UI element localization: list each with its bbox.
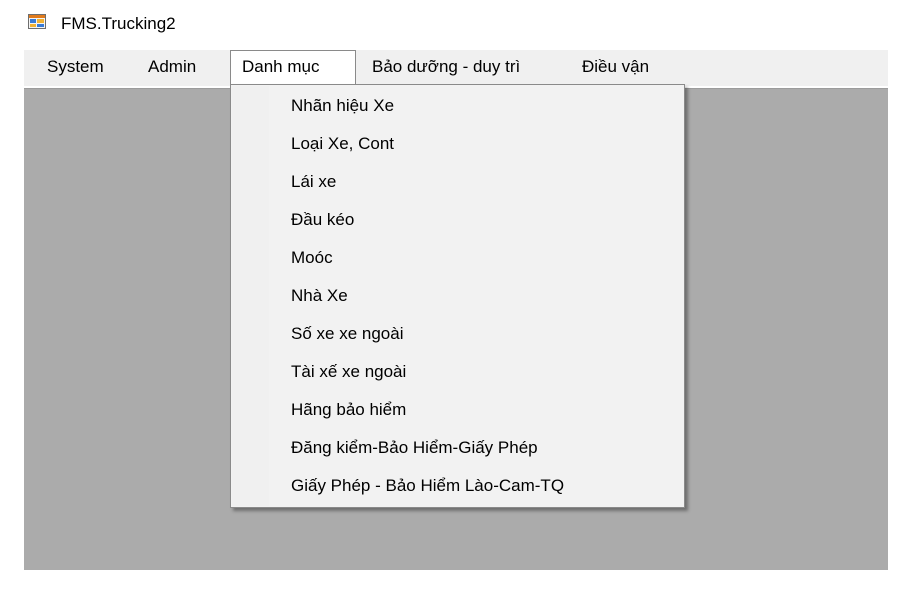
- menu-bar: System Admin Danh mục Bảo dưỡng - duy tr…: [24, 50, 888, 86]
- menu-dieu-van[interactable]: Điều vận: [571, 50, 660, 84]
- menu-item-dau-keo[interactable]: Đầu kéo: [291, 201, 354, 239]
- menu-item-mooc[interactable]: Moóc: [291, 239, 333, 277]
- app-window-icon: [28, 14, 46, 29]
- menu-system[interactable]: System: [36, 50, 115, 84]
- menu-item-nhan-hieu-xe[interactable]: Nhãn hiệu Xe: [291, 87, 394, 125]
- menu-item-lai-xe[interactable]: Lái xe: [291, 163, 336, 201]
- menu-item-giay-phep-bao-hiem-lao-cam-tq[interactable]: Giấy Phép - Bảo Hiểm Lào-Cam-TQ: [291, 467, 564, 505]
- menu-item-loai-xe-cont[interactable]: Loại Xe, Cont: [291, 125, 394, 163]
- danh-muc-dropdown: Nhãn hiệu Xe Loại Xe, Cont Lái xe Đầu ké…: [230, 84, 685, 508]
- dropdown-image-margin: [232, 86, 269, 506]
- menu-item-tai-xe-xe-ngoai[interactable]: Tài xế xe ngoài: [291, 353, 406, 391]
- menu-item-hang-bao-hiem[interactable]: Hãng bảo hiểm: [291, 391, 406, 429]
- menu-bao-duong[interactable]: Bảo dưỡng - duy trì: [361, 50, 531, 84]
- menu-item-so-xe-xe-ngoai[interactable]: Số xe xe ngoài: [291, 315, 403, 353]
- menu-item-dang-kiem-bao-hiem-giay-phep[interactable]: Đăng kiểm-Bảo Hiểm-Giấy Phép: [291, 429, 538, 467]
- menu-admin[interactable]: Admin: [137, 50, 207, 84]
- menu-item-nha-xe[interactable]: Nhà Xe: [291, 277, 348, 315]
- title-bar: FMS.Trucking2: [0, 0, 921, 46]
- window-title: FMS.Trucking2: [61, 14, 176, 33]
- menu-danh-muc[interactable]: Danh mục: [230, 50, 356, 84]
